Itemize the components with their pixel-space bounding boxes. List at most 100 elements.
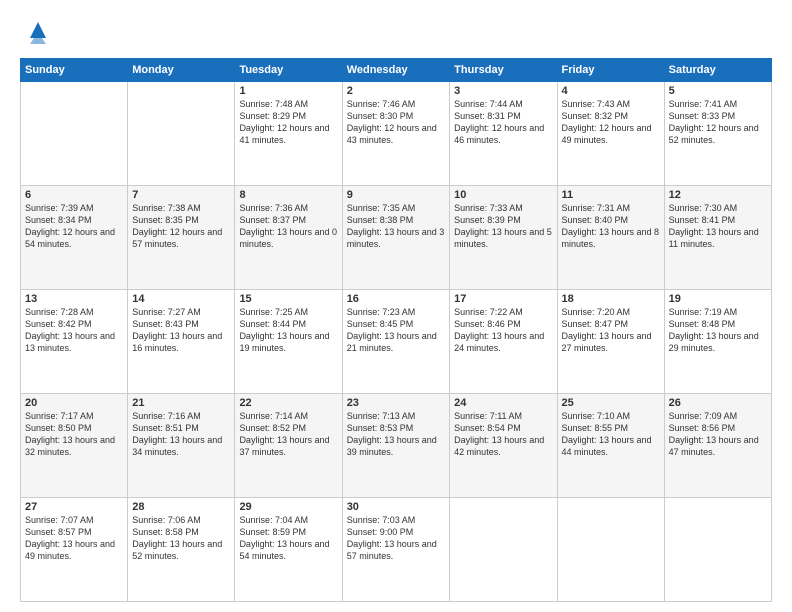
day-number: 10 xyxy=(454,189,552,201)
day-number: 29 xyxy=(239,501,337,513)
day-number: 24 xyxy=(454,397,552,409)
weekday-header: Sunday xyxy=(21,59,128,82)
calendar-cell: 17Sunrise: 7:22 AM Sunset: 8:46 PM Dayli… xyxy=(450,290,557,394)
weekday-header: Wednesday xyxy=(342,59,449,82)
day-info: Sunrise: 7:23 AM Sunset: 8:45 PM Dayligh… xyxy=(347,306,445,355)
day-number: 30 xyxy=(347,501,445,513)
day-number: 27 xyxy=(25,501,123,513)
calendar-cell: 18Sunrise: 7:20 AM Sunset: 8:47 PM Dayli… xyxy=(557,290,664,394)
calendar-cell: 29Sunrise: 7:04 AM Sunset: 8:59 PM Dayli… xyxy=(235,498,342,602)
day-number: 23 xyxy=(347,397,445,409)
day-info: Sunrise: 7:13 AM Sunset: 8:53 PM Dayligh… xyxy=(347,410,445,459)
calendar-cell: 3Sunrise: 7:44 AM Sunset: 8:31 PM Daylig… xyxy=(450,82,557,186)
day-info: Sunrise: 7:25 AM Sunset: 8:44 PM Dayligh… xyxy=(239,306,337,355)
day-info: Sunrise: 7:28 AM Sunset: 8:42 PM Dayligh… xyxy=(25,306,123,355)
day-number: 26 xyxy=(669,397,767,409)
day-info: Sunrise: 7:11 AM Sunset: 8:54 PM Dayligh… xyxy=(454,410,552,459)
calendar-cell: 23Sunrise: 7:13 AM Sunset: 8:53 PM Dayli… xyxy=(342,394,449,498)
calendar-week-row: 1Sunrise: 7:48 AM Sunset: 8:29 PM Daylig… xyxy=(21,82,772,186)
day-info: Sunrise: 7:10 AM Sunset: 8:55 PM Dayligh… xyxy=(562,410,660,459)
day-info: Sunrise: 7:44 AM Sunset: 8:31 PM Dayligh… xyxy=(454,98,552,147)
day-info: Sunrise: 7:07 AM Sunset: 8:57 PM Dayligh… xyxy=(25,514,123,563)
day-number: 20 xyxy=(25,397,123,409)
day-info: Sunrise: 7:16 AM Sunset: 8:51 PM Dayligh… xyxy=(132,410,230,459)
day-number: 11 xyxy=(562,189,660,201)
calendar-cell xyxy=(21,82,128,186)
day-info: Sunrise: 7:19 AM Sunset: 8:48 PM Dayligh… xyxy=(669,306,767,355)
header xyxy=(20,16,772,48)
day-number: 4 xyxy=(562,85,660,97)
calendar-cell: 14Sunrise: 7:27 AM Sunset: 8:43 PM Dayli… xyxy=(128,290,235,394)
calendar-cell: 2Sunrise: 7:46 AM Sunset: 8:30 PM Daylig… xyxy=(342,82,449,186)
calendar-cell: 26Sunrise: 7:09 AM Sunset: 8:56 PM Dayli… xyxy=(664,394,771,498)
day-info: Sunrise: 7:36 AM Sunset: 8:37 PM Dayligh… xyxy=(239,202,337,251)
day-number: 17 xyxy=(454,293,552,305)
calendar-cell xyxy=(664,498,771,602)
day-number: 25 xyxy=(562,397,660,409)
calendar-cell: 19Sunrise: 7:19 AM Sunset: 8:48 PM Dayli… xyxy=(664,290,771,394)
day-number: 5 xyxy=(669,85,767,97)
day-number: 18 xyxy=(562,293,660,305)
calendar-cell: 27Sunrise: 7:07 AM Sunset: 8:57 PM Dayli… xyxy=(21,498,128,602)
day-number: 28 xyxy=(132,501,230,513)
day-info: Sunrise: 7:31 AM Sunset: 8:40 PM Dayligh… xyxy=(562,202,660,251)
weekday-header: Friday xyxy=(557,59,664,82)
calendar-cell: 12Sunrise: 7:30 AM Sunset: 8:41 PM Dayli… xyxy=(664,186,771,290)
calendar-cell: 1Sunrise: 7:48 AM Sunset: 8:29 PM Daylig… xyxy=(235,82,342,186)
calendar-cell: 30Sunrise: 7:03 AM Sunset: 9:00 PM Dayli… xyxy=(342,498,449,602)
calendar-cell: 6Sunrise: 7:39 AM Sunset: 8:34 PM Daylig… xyxy=(21,186,128,290)
calendar-cell: 8Sunrise: 7:36 AM Sunset: 8:37 PM Daylig… xyxy=(235,186,342,290)
day-info: Sunrise: 7:43 AM Sunset: 8:32 PM Dayligh… xyxy=(562,98,660,147)
calendar-cell: 11Sunrise: 7:31 AM Sunset: 8:40 PM Dayli… xyxy=(557,186,664,290)
day-info: Sunrise: 7:41 AM Sunset: 8:33 PM Dayligh… xyxy=(669,98,767,147)
day-info: Sunrise: 7:35 AM Sunset: 8:38 PM Dayligh… xyxy=(347,202,445,251)
day-number: 19 xyxy=(669,293,767,305)
calendar-cell: 13Sunrise: 7:28 AM Sunset: 8:42 PM Dayli… xyxy=(21,290,128,394)
calendar-cell: 20Sunrise: 7:17 AM Sunset: 8:50 PM Dayli… xyxy=(21,394,128,498)
day-number: 2 xyxy=(347,85,445,97)
calendar-cell xyxy=(557,498,664,602)
day-info: Sunrise: 7:38 AM Sunset: 8:35 PM Dayligh… xyxy=(132,202,230,251)
day-number: 22 xyxy=(239,397,337,409)
calendar-table: SundayMondayTuesdayWednesdayThursdayFrid… xyxy=(20,58,772,602)
calendar-cell: 7Sunrise: 7:38 AM Sunset: 8:35 PM Daylig… xyxy=(128,186,235,290)
calendar-cell: 21Sunrise: 7:16 AM Sunset: 8:51 PM Dayli… xyxy=(128,394,235,498)
weekday-header: Saturday xyxy=(664,59,771,82)
weekday-header-row: SundayMondayTuesdayWednesdayThursdayFrid… xyxy=(21,59,772,82)
day-info: Sunrise: 7:14 AM Sunset: 8:52 PM Dayligh… xyxy=(239,410,337,459)
day-info: Sunrise: 7:48 AM Sunset: 8:29 PM Dayligh… xyxy=(239,98,337,147)
day-number: 13 xyxy=(25,293,123,305)
day-info: Sunrise: 7:06 AM Sunset: 8:58 PM Dayligh… xyxy=(132,514,230,563)
day-number: 21 xyxy=(132,397,230,409)
day-number: 3 xyxy=(454,85,552,97)
weekday-header: Tuesday xyxy=(235,59,342,82)
day-number: 1 xyxy=(239,85,337,97)
day-number: 6 xyxy=(25,189,123,201)
day-info: Sunrise: 7:20 AM Sunset: 8:47 PM Dayligh… xyxy=(562,306,660,355)
calendar-cell xyxy=(450,498,557,602)
calendar-cell: 25Sunrise: 7:10 AM Sunset: 8:55 PM Dayli… xyxy=(557,394,664,498)
day-info: Sunrise: 7:17 AM Sunset: 8:50 PM Dayligh… xyxy=(25,410,123,459)
day-number: 15 xyxy=(239,293,337,305)
day-number: 9 xyxy=(347,189,445,201)
day-info: Sunrise: 7:39 AM Sunset: 8:34 PM Dayligh… xyxy=(25,202,123,251)
calendar-week-row: 27Sunrise: 7:07 AM Sunset: 8:57 PM Dayli… xyxy=(21,498,772,602)
day-number: 14 xyxy=(132,293,230,305)
day-info: Sunrise: 7:33 AM Sunset: 8:39 PM Dayligh… xyxy=(454,202,552,251)
calendar-cell: 15Sunrise: 7:25 AM Sunset: 8:44 PM Dayli… xyxy=(235,290,342,394)
day-info: Sunrise: 7:04 AM Sunset: 8:59 PM Dayligh… xyxy=(239,514,337,563)
calendar-week-row: 13Sunrise: 7:28 AM Sunset: 8:42 PM Dayli… xyxy=(21,290,772,394)
calendar-cell: 9Sunrise: 7:35 AM Sunset: 8:38 PM Daylig… xyxy=(342,186,449,290)
day-number: 16 xyxy=(347,293,445,305)
calendar-cell: 22Sunrise: 7:14 AM Sunset: 8:52 PM Dayli… xyxy=(235,394,342,498)
calendar-cell xyxy=(128,82,235,186)
page: SundayMondayTuesdayWednesdayThursdayFrid… xyxy=(0,0,792,612)
day-info: Sunrise: 7:30 AM Sunset: 8:41 PM Dayligh… xyxy=(669,202,767,251)
weekday-header: Thursday xyxy=(450,59,557,82)
day-info: Sunrise: 7:03 AM Sunset: 9:00 PM Dayligh… xyxy=(347,514,445,563)
calendar-cell: 24Sunrise: 7:11 AM Sunset: 8:54 PM Dayli… xyxy=(450,394,557,498)
day-info: Sunrise: 7:22 AM Sunset: 8:46 PM Dayligh… xyxy=(454,306,552,355)
logo xyxy=(20,16,52,48)
logo-icon xyxy=(24,16,52,48)
calendar-week-row: 20Sunrise: 7:17 AM Sunset: 8:50 PM Dayli… xyxy=(21,394,772,498)
